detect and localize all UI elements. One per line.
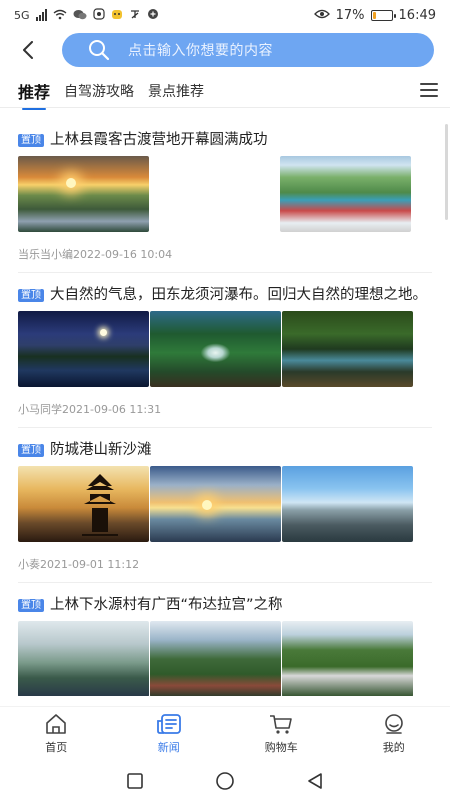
search-input[interactable]: 点击输入你想要的内容 — [62, 33, 434, 67]
article-image — [150, 621, 281, 696]
system-nav-bar — [0, 762, 450, 800]
article-title: 大自然的气息，田东龙须河瀑布。回归大自然的理想之地。 — [50, 287, 427, 303]
menu-icon[interactable] — [420, 83, 438, 97]
article-images — [18, 621, 432, 696]
article-title: 防城港山新沙滩 — [50, 442, 152, 458]
article-meta: 当乐当小编2022-09-16 10:04 — [18, 246, 432, 273]
article-item[interactable]: 置顶 上林县霞客古渡营地开幕圆满成功 当乐当小编2022-09-16 10:04 — [0, 118, 450, 273]
triangle-back-icon — [308, 773, 322, 789]
app-notification-icon — [92, 8, 105, 22]
article-image — [150, 311, 281, 387]
status-bar: 5G 17% 16:49 — [0, 0, 450, 30]
article-item[interactable]: 置顶 上林下水源村有广西“布达拉宫”之称 — [0, 583, 450, 696]
wechat-icon — [73, 9, 87, 22]
pavilion-silhouette — [82, 474, 118, 536]
nav-label: 首页 — [45, 740, 68, 754]
tab-recommend[interactable]: 推荐 — [18, 79, 50, 110]
battery-icon — [370, 9, 396, 21]
pinned-badge: 置顶 — [18, 134, 44, 147]
search-placeholder: 点击输入你想要的内容 — [128, 43, 273, 59]
article-image — [18, 156, 149, 232]
article-image — [18, 621, 149, 696]
circle-icon — [216, 772, 234, 790]
home-button[interactable] — [213, 769, 237, 793]
article-title: 上林下水源村有广西“布达拉宫”之称 — [50, 597, 283, 613]
article-image — [282, 621, 413, 696]
nav-label: 新闻 — [157, 740, 180, 754]
article-image — [18, 311, 149, 387]
pinned-badge: 置顶 — [18, 289, 44, 302]
signal-icon — [35, 9, 47, 21]
circle-app-icon — [147, 8, 159, 22]
image-placeholder — [150, 156, 279, 232]
profile-icon — [384, 713, 403, 734]
scrollbar[interactable] — [445, 124, 448, 220]
category-tabs: 推荐 自驾游攻略 景点推荐 — [0, 74, 450, 110]
bottom-nav: 首页 新闻 购物车 我的 — [0, 706, 450, 760]
article-meta: 小马同学2021-09-06 11:31 — [18, 401, 432, 428]
article-images — [18, 466, 432, 542]
article-image — [18, 466, 149, 542]
article-title-row: 置顶 上林县霞客古渡营地开幕圆满成功 — [18, 130, 432, 150]
cart-icon — [270, 714, 293, 734]
nav-cart[interactable]: 购物车 — [225, 707, 338, 760]
battery-percent: 17% — [335, 7, 365, 23]
header: 点击输入你想要的内容 — [0, 32, 450, 68]
text-app-icon — [129, 8, 141, 22]
article-images — [18, 156, 432, 232]
home-icon — [46, 713, 67, 734]
article-title: 上林县霞客古渡营地开幕圆满成功 — [50, 132, 268, 148]
pinned-badge: 置顶 — [18, 444, 44, 457]
recent-apps-button[interactable] — [123, 769, 147, 793]
search-icon — [89, 40, 110, 61]
article-meta: 小奏2021-09-01 11:12 — [18, 556, 432, 583]
article-image — [150, 466, 281, 542]
article-image — [282, 466, 413, 542]
nav-label: 我的 — [382, 740, 405, 754]
article-item[interactable]: 置顶 大自然的气息，田东龙须河瀑布。回归大自然的理想之地。 小马同学2021-0… — [0, 273, 450, 428]
pet-app-icon — [111, 8, 123, 22]
article-image — [282, 311, 413, 387]
chevron-left-icon — [23, 41, 33, 59]
news-icon — [156, 713, 181, 734]
article-title-row: 置顶 大自然的气息，田东龙须河瀑布。回归大自然的理想之地。 — [18, 285, 432, 305]
article-image — [280, 156, 411, 232]
battery-level — [372, 11, 376, 19]
clock: 16:49 — [398, 7, 436, 23]
article-item[interactable]: 置顶 防城港山新沙滩 小奏2021-09-01 11:12 — [0, 428, 450, 583]
status-left: 5G — [14, 8, 159, 22]
tab-self-drive-guide[interactable]: 自驾游攻略 — [64, 81, 134, 101]
status-right: 17% 16:49 — [313, 7, 436, 23]
tab-scenic-spots[interactable]: 景点推荐 — [148, 81, 204, 101]
nav-home[interactable]: 首页 — [0, 707, 113, 760]
pinned-badge: 置顶 — [18, 599, 44, 612]
square-icon — [127, 773, 143, 789]
eye-icon — [313, 9, 330, 21]
wifi-icon — [53, 9, 67, 22]
network-type-label: 5G — [14, 8, 30, 22]
nav-label: 购物车 — [264, 740, 298, 754]
nav-news[interactable]: 新闻 — [113, 707, 226, 760]
nav-profile[interactable]: 我的 — [338, 707, 450, 760]
article-title-row: 置顶 上林下水源村有广西“布达拉宫”之称 — [18, 595, 432, 615]
system-back-button[interactable] — [303, 769, 327, 793]
back-button[interactable] — [0, 32, 56, 68]
article-images — [18, 311, 432, 387]
article-feed[interactable]: 置顶 上林县霞客古渡营地开幕圆满成功 当乐当小编2022-09-16 10:04… — [0, 118, 450, 696]
article-title-row: 置顶 防城港山新沙滩 — [18, 440, 432, 460]
